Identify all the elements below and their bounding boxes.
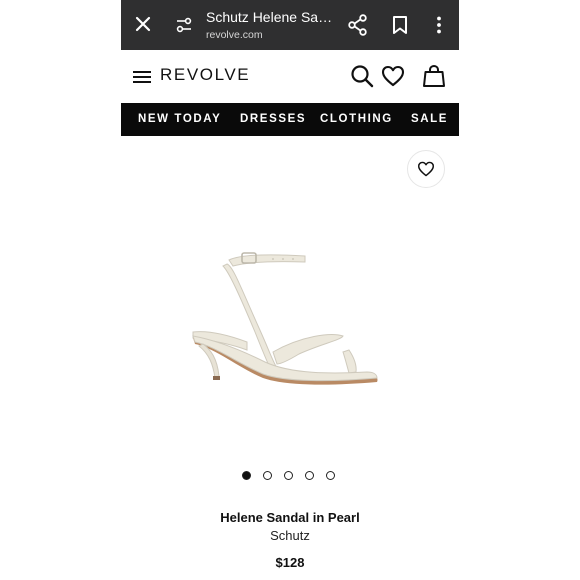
- product-name: Helene Sandal in Pearl: [220, 510, 360, 525]
- carousel-dot[interactable]: [242, 471, 251, 480]
- bookmark-icon[interactable]: [392, 15, 408, 35]
- category-nav: NEW TODAY DRESSES CLOTHING SALE: [121, 103, 459, 136]
- carousel-dot[interactable]: [263, 471, 272, 480]
- carousel-dot[interactable]: [305, 471, 314, 480]
- sandal-product-image[interactable]: [181, 240, 401, 400]
- more-vert-icon[interactable]: [431, 15, 447, 35]
- add-to-wishlist-button[interactable]: [407, 150, 445, 188]
- share-icon[interactable]: [348, 14, 368, 36]
- browser-toolbar: Schutz Helene San... revolve.com: [121, 0, 459, 50]
- carousel-dot[interactable]: [284, 471, 293, 480]
- product-brand[interactable]: Schutz: [121, 528, 459, 543]
- hamburger-icon[interactable]: [133, 70, 151, 84]
- nav-new-today[interactable]: NEW TODAY: [138, 113, 221, 125]
- nav-sale[interactable]: SALE: [411, 113, 448, 125]
- heart-icon[interactable]: [381, 65, 405, 87]
- heart-outline-icon: [417, 161, 434, 177]
- page-title[interactable]: Schutz Helene San...: [206, 9, 336, 25]
- page-url[interactable]: revolve.com: [206, 29, 263, 41]
- site-header: REVOLVE: [121, 50, 459, 103]
- nav-clothing[interactable]: CLOTHING: [320, 113, 393, 125]
- carousel-dot[interactable]: [326, 471, 335, 480]
- page-settings-icon[interactable]: [175, 16, 193, 34]
- site-logo[interactable]: REVOLVE: [160, 65, 250, 85]
- nav-dresses[interactable]: DRESSES: [240, 113, 306, 125]
- search-icon[interactable]: [350, 64, 374, 88]
- shopping-bag-icon[interactable]: [422, 64, 446, 88]
- close-icon[interactable]: [133, 14, 153, 34]
- phone-screen: Schutz Helene San... revolve.com REVOLVE…: [121, 0, 459, 580]
- product-price: $128: [275, 555, 305, 570]
